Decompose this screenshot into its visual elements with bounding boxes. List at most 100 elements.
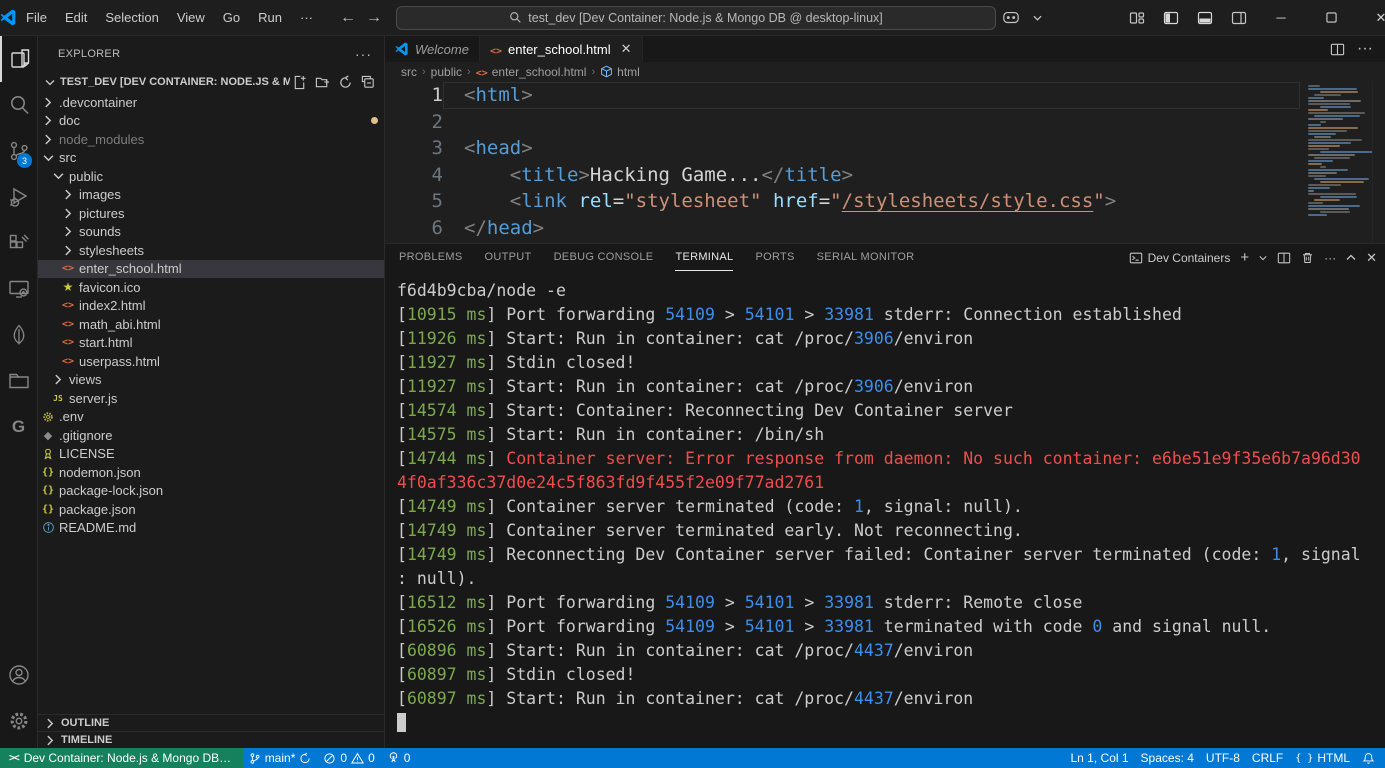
terminal-profile[interactable]: Dev Containers	[1129, 251, 1231, 265]
refresh-icon[interactable]	[338, 75, 353, 90]
code-editor[interactable]: 1<html>23<head>4 <title>Hacking Game...<…	[385, 81, 1385, 243]
menu-edit[interactable]: Edit	[56, 6, 96, 29]
editor-scrollbar[interactable]	[1372, 81, 1385, 243]
tab-enter-school-html[interactable]: <>enter_school.html✕	[480, 36, 643, 62]
panel-tab-serial-monitor[interactable]: SERIAL MONITOR	[817, 244, 915, 271]
workspace-section-header[interactable]: TEST_DEV [DEV CONTAINER: NODE.JS & MONGO…	[38, 71, 384, 93]
panel-tab-terminal[interactable]: TERMINAL	[675, 244, 733, 271]
breadcrumb-item[interactable]: html	[600, 65, 640, 79]
forward-arrow-icon[interactable]: →	[366, 9, 382, 27]
problems-indicator[interactable]: 0 0	[317, 748, 380, 768]
remote-indicator[interactable]: >< Dev Container: Node.js & Mongo DB @ d…	[0, 748, 243, 768]
activity-remote-explorer-icon[interactable]	[0, 266, 37, 312]
command-center[interactable]: test_dev [Dev Container: Node.js & Mongo…	[396, 6, 996, 30]
panel-tab-output[interactable]: OUTPUT	[485, 244, 532, 271]
tree-item-pictures[interactable]: pictures	[38, 204, 384, 223]
maximize-button[interactable]	[1308, 0, 1354, 36]
activity-account-icon[interactable]	[0, 652, 37, 698]
toggle-primary-sidebar-icon[interactable]	[1156, 4, 1186, 32]
cursor-position[interactable]: Ln 1, Col 1	[1065, 748, 1135, 768]
tree-item-public[interactable]: public	[38, 167, 384, 186]
tree-item-enter-school-html[interactable]: <>enter_school.html	[38, 260, 384, 279]
tree-item-index2-html[interactable]: <>index2.html	[38, 297, 384, 316]
close-tab-icon[interactable]: ✕	[621, 41, 632, 57]
panel-tab-ports[interactable]: PORTS	[755, 244, 794, 271]
menu-file[interactable]: File	[17, 6, 56, 29]
copilot-icon[interactable]	[996, 4, 1026, 32]
section-timeline[interactable]: TIMELINE	[38, 731, 384, 748]
explorer-more-actions-icon[interactable]: ···	[355, 46, 372, 62]
breadcrumb-item[interactable]: <>enter_school.html	[476, 65, 587, 79]
kill-terminal-icon[interactable]	[1301, 251, 1314, 265]
panel-tab-debug-console[interactable]: DEBUG CONSOLE	[554, 244, 654, 271]
terminal-output[interactable]: f6d4b9cba/node -e[10915 ms] Port forward…	[385, 271, 1385, 748]
activity-extensions-icon[interactable]	[0, 220, 37, 266]
tree-item-nodemon-json[interactable]: {}nodemon.json	[38, 463, 384, 482]
tree-item-package-lock-json[interactable]: {}package-lock.json	[38, 482, 384, 501]
maximize-panel-icon[interactable]	[1346, 254, 1356, 261]
split-terminal-icon[interactable]	[1277, 251, 1291, 265]
tree-item-doc[interactable]: doc	[38, 112, 384, 131]
tree-item--devcontainer[interactable]: .devcontainer	[38, 93, 384, 112]
tree-item-start-html[interactable]: <>start.html	[38, 334, 384, 353]
activity-mongodb-icon[interactable]	[0, 312, 37, 358]
menu-view[interactable]: View	[168, 6, 214, 29]
menu-go[interactable]: Go	[214, 6, 249, 29]
notifications-bell[interactable]	[1356, 748, 1385, 768]
new-file-icon[interactable]	[292, 75, 307, 90]
close-button[interactable]: ✕	[1358, 0, 1385, 36]
new-terminal-icon[interactable]: +	[1240, 249, 1249, 266]
activity-explorer-icon[interactable]	[0, 36, 37, 82]
breadcrumb-item[interactable]: public	[431, 65, 462, 79]
new-folder-icon[interactable]	[315, 75, 330, 90]
toggle-secondary-sidebar-icon[interactable]	[1224, 4, 1254, 32]
tree-item--env[interactable]: .env	[38, 408, 384, 427]
back-arrow-icon[interactable]: ←	[340, 9, 356, 27]
minimap[interactable]	[1300, 81, 1372, 243]
terminal-profile-chevron-icon[interactable]	[1259, 255, 1267, 261]
tab-Welcome[interactable]: Welcome	[385, 36, 480, 62]
tree-item-userpass-html[interactable]: <>userpass.html	[38, 352, 384, 371]
menu-[interactable]: ···	[291, 6, 322, 29]
activity-folder-icon[interactable]	[0, 358, 37, 404]
activity-run-debug-icon[interactable]	[0, 174, 37, 220]
tree-item--gitignore[interactable]: ◆.gitignore	[38, 426, 384, 445]
ports-indicator[interactable]: 0	[381, 748, 417, 768]
tree-item-views[interactable]: views	[38, 371, 384, 390]
editor-more-actions-icon[interactable]: ···	[1357, 40, 1373, 58]
menu-selection[interactable]: Selection	[96, 6, 167, 29]
close-panel-icon[interactable]: ✕	[1366, 250, 1377, 266]
section-outline[interactable]: OUTLINE	[38, 714, 384, 731]
code-text: </head>	[443, 215, 544, 242]
toggle-panel-icon[interactable]	[1190, 4, 1220, 32]
eol-indicator[interactable]: CRLF	[1246, 748, 1289, 768]
copilot-chevron-icon[interactable]	[1030, 4, 1044, 32]
tree-item-package-json[interactable]: {}package.json	[38, 500, 384, 519]
tree-item-src[interactable]: src	[38, 149, 384, 168]
tree-item-server-js[interactable]: JSserver.js	[38, 389, 384, 408]
encoding-indicator[interactable]: UTF-8	[1200, 748, 1246, 768]
tree-item-LICENSE[interactable]: LICENSE	[38, 445, 384, 464]
panel-more-actions-icon[interactable]: ···	[1324, 251, 1336, 265]
activity-search-icon[interactable]	[0, 82, 37, 128]
tree-item-favicon-ico[interactable]: ★favicon.ico	[38, 278, 384, 297]
activity-source-control-icon[interactable]: 3	[0, 128, 37, 174]
indentation-indicator[interactable]: Spaces: 4	[1135, 748, 1200, 768]
collapse-all-icon[interactable]	[361, 75, 376, 90]
tree-item-README-md[interactable]: README.md	[38, 519, 384, 538]
tree-item-images[interactable]: images	[38, 186, 384, 205]
tree-item-sounds[interactable]: sounds	[38, 223, 384, 242]
activity-settings-icon[interactable]	[0, 698, 37, 744]
menu-run[interactable]: Run	[249, 6, 291, 29]
minimize-button[interactable]: ─	[1258, 0, 1304, 36]
activity-gitlens-icon[interactable]: G	[0, 404, 37, 450]
split-editor-icon[interactable]	[1330, 42, 1345, 57]
breadcrumb-item[interactable]: src	[401, 65, 417, 79]
language-mode-indicator[interactable]: { } HTML	[1289, 748, 1356, 768]
customize-layout-icon[interactable]	[1122, 4, 1152, 32]
tree-item-stylesheets[interactable]: stylesheets	[38, 241, 384, 260]
tree-item-math-abi-html[interactable]: <>math_abi.html	[38, 315, 384, 334]
panel-tab-problems[interactable]: PROBLEMS	[399, 244, 463, 271]
git-branch-indicator[interactable]: main*	[243, 748, 318, 768]
tree-item-node-modules[interactable]: node_modules	[38, 130, 384, 149]
